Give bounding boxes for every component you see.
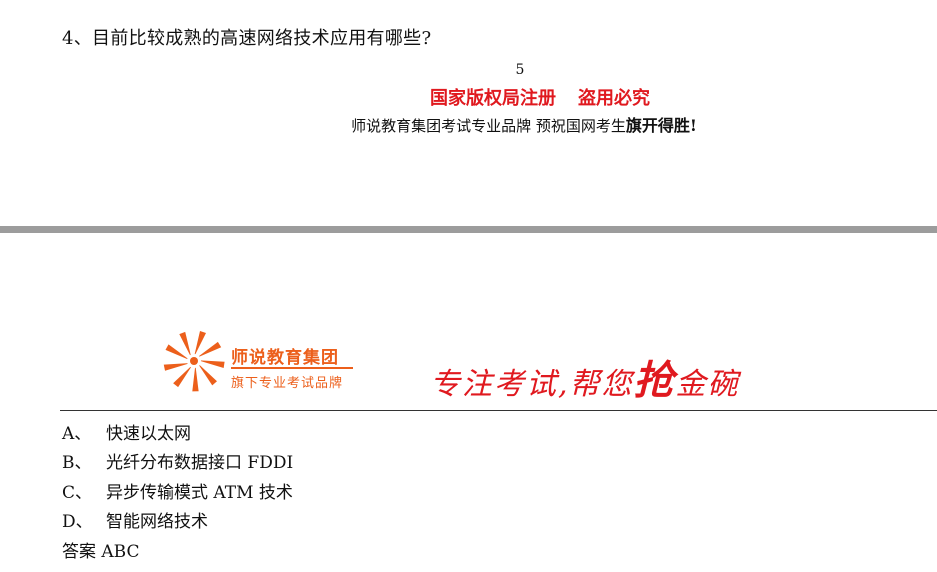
slogan: 师说教育集团考试专业品牌 预祝国网考生旗开得胜! — [0, 112, 937, 136]
option-text: 快速以太网 — [106, 424, 191, 444]
option-label: B、 — [62, 453, 92, 473]
motto-calligraphy: 专注考试,帮您抢金碗 — [430, 348, 740, 406]
motto-highlight: 抢 — [633, 357, 676, 404]
question-text: 4、目前比较成熟的高速网络技术应用有哪些? — [62, 28, 432, 49]
option-text: 智能网络技术 — [106, 512, 208, 532]
option-label: D、 — [62, 512, 93, 532]
answer-text: 答案 ABC — [62, 542, 140, 562]
option-text: 光纤分布数据接口 FDDI — [106, 453, 294, 473]
logo-brand-name: 师说教育集团 — [231, 348, 339, 368]
logo-underline — [231, 367, 353, 369]
option-b: B、 光纤分布数据接口 FDDI — [62, 448, 293, 473]
header-rule — [60, 410, 937, 411]
slogan-text: 师说教育集团考试专业品牌 预祝国网考生 — [351, 117, 626, 135]
slogan-emphasis: 旗开得胜! — [625, 116, 697, 135]
option-label: A、 — [62, 424, 92, 444]
option-d: D、 智能网络技术 — [62, 507, 208, 532]
page-separator — [0, 226, 937, 233]
copyright-right: 盗用必究 — [578, 88, 650, 109]
copyright-notice: 国家版权局注册 盗用必究 — [0, 84, 937, 110]
motto-post: 金碗 — [675, 367, 740, 402]
option-c: C、 异步传输模式 ATM 技术 — [62, 478, 293, 503]
option-a: A、 快速以太网 — [62, 419, 191, 444]
motto-pre: 专注考试,帮您 — [430, 367, 634, 402]
copyright-left: 国家版权局注册 — [430, 88, 556, 109]
option-label: C、 — [62, 483, 93, 503]
page-number: 5 — [515, 62, 525, 78]
option-text: 异步传输模式 ATM 技术 — [106, 483, 293, 503]
logo-subtitle: 旗下专业考试品牌 — [231, 376, 344, 391]
